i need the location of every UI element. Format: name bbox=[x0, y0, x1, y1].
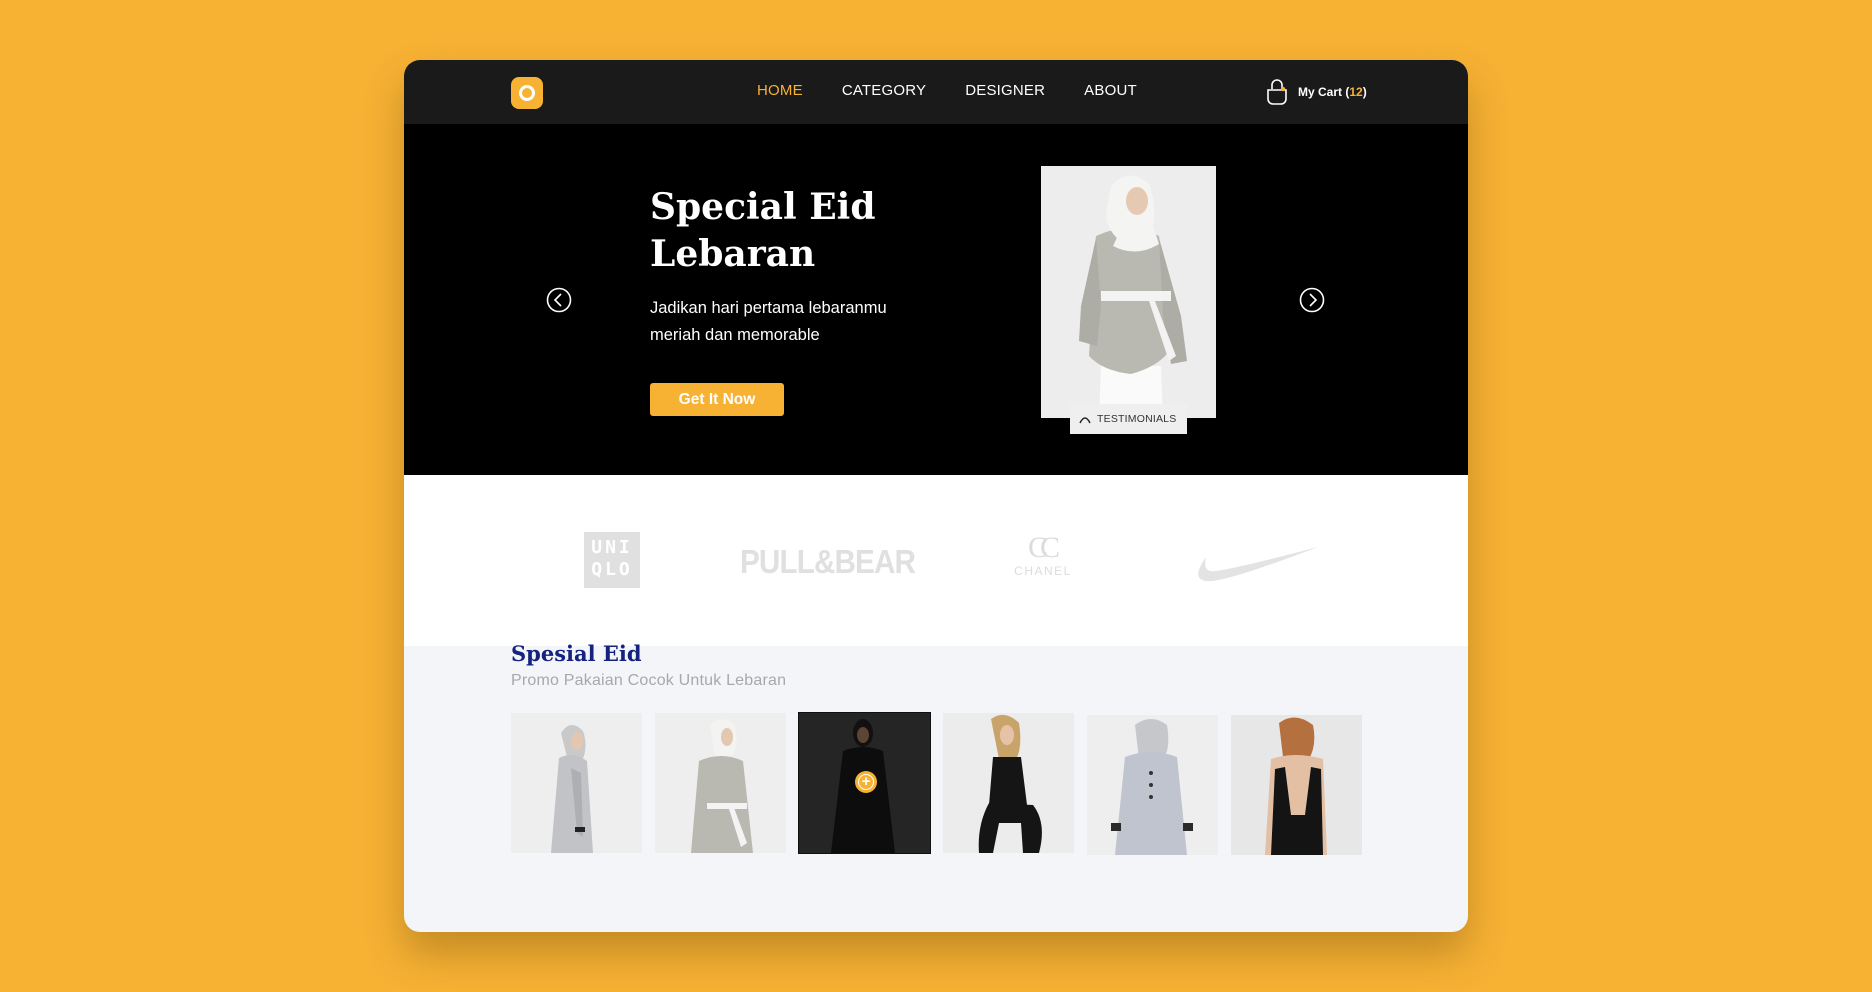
hero-title: Special Eid Lebaran bbox=[650, 186, 876, 275]
section-subtitle: Promo Pakaian Cocok Untuk Lebaran bbox=[511, 672, 787, 689]
nav-home[interactable]: HOME bbox=[757, 82, 803, 99]
get-it-now-button[interactable]: Get It Now bbox=[650, 383, 784, 416]
chanel-logo[interactable]: CC CHANEL bbox=[1011, 533, 1075, 579]
hero-product-image bbox=[1041, 166, 1216, 418]
product-card[interactable] bbox=[943, 713, 1074, 853]
product-image bbox=[1231, 715, 1362, 855]
product-image bbox=[1087, 715, 1218, 855]
section-title: Spesial Eid bbox=[511, 641, 642, 666]
hero-carousel: Special Eid Lebaran Jadikan hari pertama… bbox=[404, 124, 1468, 475]
product-image bbox=[511, 713, 642, 853]
testimonials-label: TESTIMONIALS bbox=[1097, 413, 1177, 425]
brand-logos-strip: UNI QLO PULL&BEAR CC CHANEL bbox=[404, 475, 1468, 646]
nav-designer[interactable]: DESIGNER bbox=[965, 82, 1045, 99]
product-image bbox=[943, 713, 1074, 853]
shopping-bag-icon bbox=[1267, 79, 1287, 105]
cart-button[interactable]: My Cart (12) bbox=[1266, 79, 1367, 105]
pullbear-logo[interactable]: PULL&BEAR bbox=[740, 543, 916, 581]
product-image bbox=[655, 713, 786, 853]
uniqlo-logo[interactable]: UNI QLO bbox=[584, 532, 640, 588]
product-card[interactable] bbox=[1087, 715, 1218, 855]
nav-about[interactable]: ABOUT bbox=[1084, 82, 1137, 99]
hero-subtitle: Jadikan hari pertama lebaranmu meriah da… bbox=[650, 299, 887, 344]
product-card[interactable] bbox=[511, 713, 642, 853]
add-circle-icon[interactable] bbox=[855, 771, 877, 793]
product-card-hovered[interactable] bbox=[798, 712, 931, 854]
browser-frame: HOME CATEGORY DESIGNER ABOUT My Cart (12… bbox=[404, 60, 1468, 932]
nike-swoosh-logo[interactable] bbox=[1194, 535, 1320, 587]
chevron-left-circle-icon[interactable] bbox=[546, 287, 572, 313]
main-nav: HOME CATEGORY DESIGNER ABOUT bbox=[757, 82, 1137, 99]
hero-model-illustration bbox=[1041, 166, 1216, 418]
nav-category[interactable]: CATEGORY bbox=[842, 82, 926, 99]
arc-icon bbox=[1079, 417, 1091, 424]
cart-count: 12 bbox=[1349, 85, 1363, 99]
cart-label: My Cart (12) bbox=[1298, 85, 1367, 99]
product-card[interactable] bbox=[655, 713, 786, 853]
top-navbar: HOME CATEGORY DESIGNER ABOUT My Cart (12… bbox=[404, 60, 1468, 124]
testimonials-tab[interactable]: TESTIMONIALS bbox=[1070, 404, 1187, 434]
product-card[interactable] bbox=[1231, 715, 1362, 855]
chevron-right-circle-icon[interactable] bbox=[1299, 287, 1325, 313]
logo-icon[interactable] bbox=[511, 77, 543, 109]
